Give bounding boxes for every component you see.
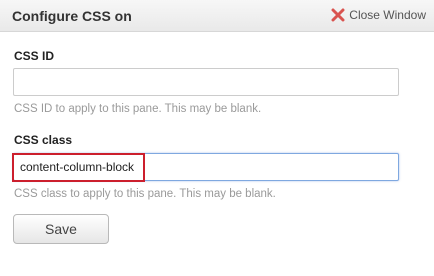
css-id-help: CSS ID to apply to this pane. This may b… [14, 103, 262, 115]
css-class-help: CSS class to apply to this pane. This ma… [14, 188, 276, 200]
dialog-title: Configure CSS on [12, 8, 132, 24]
close-window-button[interactable]: Close Window [331, 6, 426, 24]
css-class-input[interactable] [13, 153, 399, 181]
close-x-icon [331, 8, 345, 22]
configure-css-dialog: Configure CSS on Close Window CSS ID CSS… [0, 0, 434, 276]
css-class-label: CSS class [14, 133, 73, 147]
close-window-label: Close Window [349, 8, 426, 22]
save-button[interactable]: Save [13, 214, 109, 244]
dialog-titlebar: Configure CSS on Close Window [0, 0, 434, 32]
css-id-input[interactable] [13, 68, 399, 96]
dialog-body: CSS ID CSS ID to apply to this pane. Thi… [0, 32, 434, 276]
css-id-label: CSS ID [14, 49, 55, 63]
